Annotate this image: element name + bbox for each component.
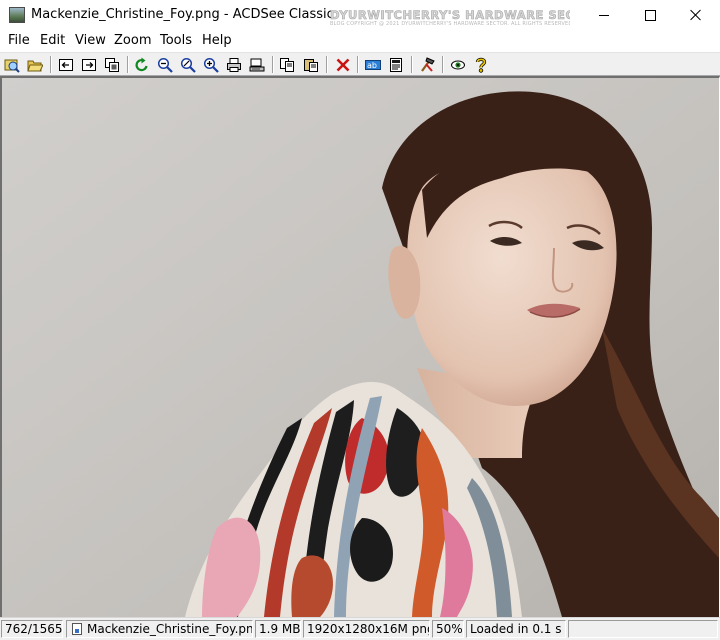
maximize-button[interactable] — [627, 0, 673, 30]
print-button[interactable] — [225, 56, 243, 74]
title-bar[interactable]: Mackenzie_Christine_Foy.png - ACDSee Cla… — [0, 0, 720, 31]
delete-button[interactable] — [334, 56, 352, 74]
svg-text:ab: ab — [367, 61, 377, 70]
menu-bar: File Edit View Zoom Tools Help — [0, 31, 720, 51]
print-icon — [227, 58, 241, 72]
properties-button[interactable] — [387, 56, 405, 74]
close-icon — [690, 9, 702, 21]
rename-button[interactable]: ab — [364, 56, 382, 74]
menu-tools[interactable]: Tools — [159, 33, 193, 48]
help-icon — [475, 57, 487, 73]
window-title: Mackenzie_Christine_Foy.png - ACDSee Cla… — [31, 7, 334, 22]
rotate-icon — [135, 57, 148, 72]
delete-icon — [336, 58, 350, 72]
full-screen-icon — [105, 58, 119, 72]
slideshow-button[interactable] — [449, 56, 467, 74]
toolbar: ab — [0, 52, 720, 76]
status-zoom: 50% — [432, 620, 464, 638]
maximize-icon — [644, 9, 656, 21]
menu-view[interactable]: View — [74, 33, 107, 48]
displayed-photo — [2, 78, 719, 617]
menu-edit[interactable]: Edit — [39, 33, 66, 48]
scan-button[interactable] — [248, 56, 266, 74]
slideshow-icon — [451, 60, 465, 70]
paste-icon — [304, 59, 318, 72]
zoom-fit-icon — [180, 57, 196, 73]
zoom-in-button[interactable] — [202, 56, 220, 74]
zoom-out-button[interactable] — [156, 56, 174, 74]
paste-button[interactable] — [302, 56, 320, 74]
help-button[interactable] — [472, 56, 490, 74]
status-filename: Mackenzie_Christine_Foy.png — [87, 622, 253, 636]
zoom-fit-button[interactable] — [179, 56, 197, 74]
menu-file[interactable]: File — [7, 33, 31, 48]
watermark-subtitle: BLOG COPYRIGHT @ 2021 DYURWITCHERRY'S HA… — [330, 21, 570, 27]
menu-help[interactable]: Help — [201, 33, 233, 48]
scan-icon — [249, 58, 265, 72]
file-icon — [72, 623, 82, 635]
minimize-button[interactable] — [581, 0, 627, 30]
next-image-button[interactable] — [80, 56, 98, 74]
close-button[interactable] — [673, 0, 719, 30]
previous-image-button[interactable] — [57, 56, 75, 74]
watermark-title: DYURWITCHERRY'S HARDWARE SECTOR — [330, 9, 570, 22]
browse-icon — [4, 59, 20, 73]
tools-button[interactable] — [418, 56, 436, 74]
copy-button[interactable] — [278, 56, 296, 74]
image-viewport[interactable] — [0, 76, 720, 617]
status-filename-cell: Mackenzie_Christine_Foy.png — [66, 620, 253, 638]
status-load-time: Loaded in 0.1 s — [466, 620, 566, 638]
status-dimensions: 1920x1280x16M png — [303, 620, 430, 638]
tools-icon — [421, 57, 435, 72]
previous-image-icon — [59, 59, 73, 71]
blog-watermark: DYURWITCHERRY'S HARDWARE SECTOR BLOG COP… — [330, 9, 570, 27]
full-screen-button[interactable] — [103, 56, 121, 74]
open-folder-icon — [27, 60, 43, 72]
rotate-button[interactable] — [133, 56, 151, 74]
status-position: 762/1565 — [1, 620, 63, 638]
status-filesize: 1.9 MB — [255, 620, 301, 638]
status-empty-cell — [568, 620, 718, 638]
open-folder-button[interactable] — [26, 56, 44, 74]
zoom-in-icon — [203, 57, 219, 73]
browse-button[interactable] — [3, 56, 21, 74]
rename-icon: ab — [365, 60, 381, 70]
menu-zoom[interactable]: Zoom — [113, 33, 152, 48]
next-image-icon — [82, 59, 96, 71]
properties-icon — [390, 58, 402, 72]
acdsee-app-icon[interactable] — [9, 7, 25, 23]
status-bar: 762/1565 Mackenzie_Christine_Foy.png 1.9… — [0, 617, 720, 640]
copy-icon — [280, 58, 294, 72]
minimize-icon — [599, 14, 609, 16]
zoom-out-icon — [157, 57, 173, 73]
